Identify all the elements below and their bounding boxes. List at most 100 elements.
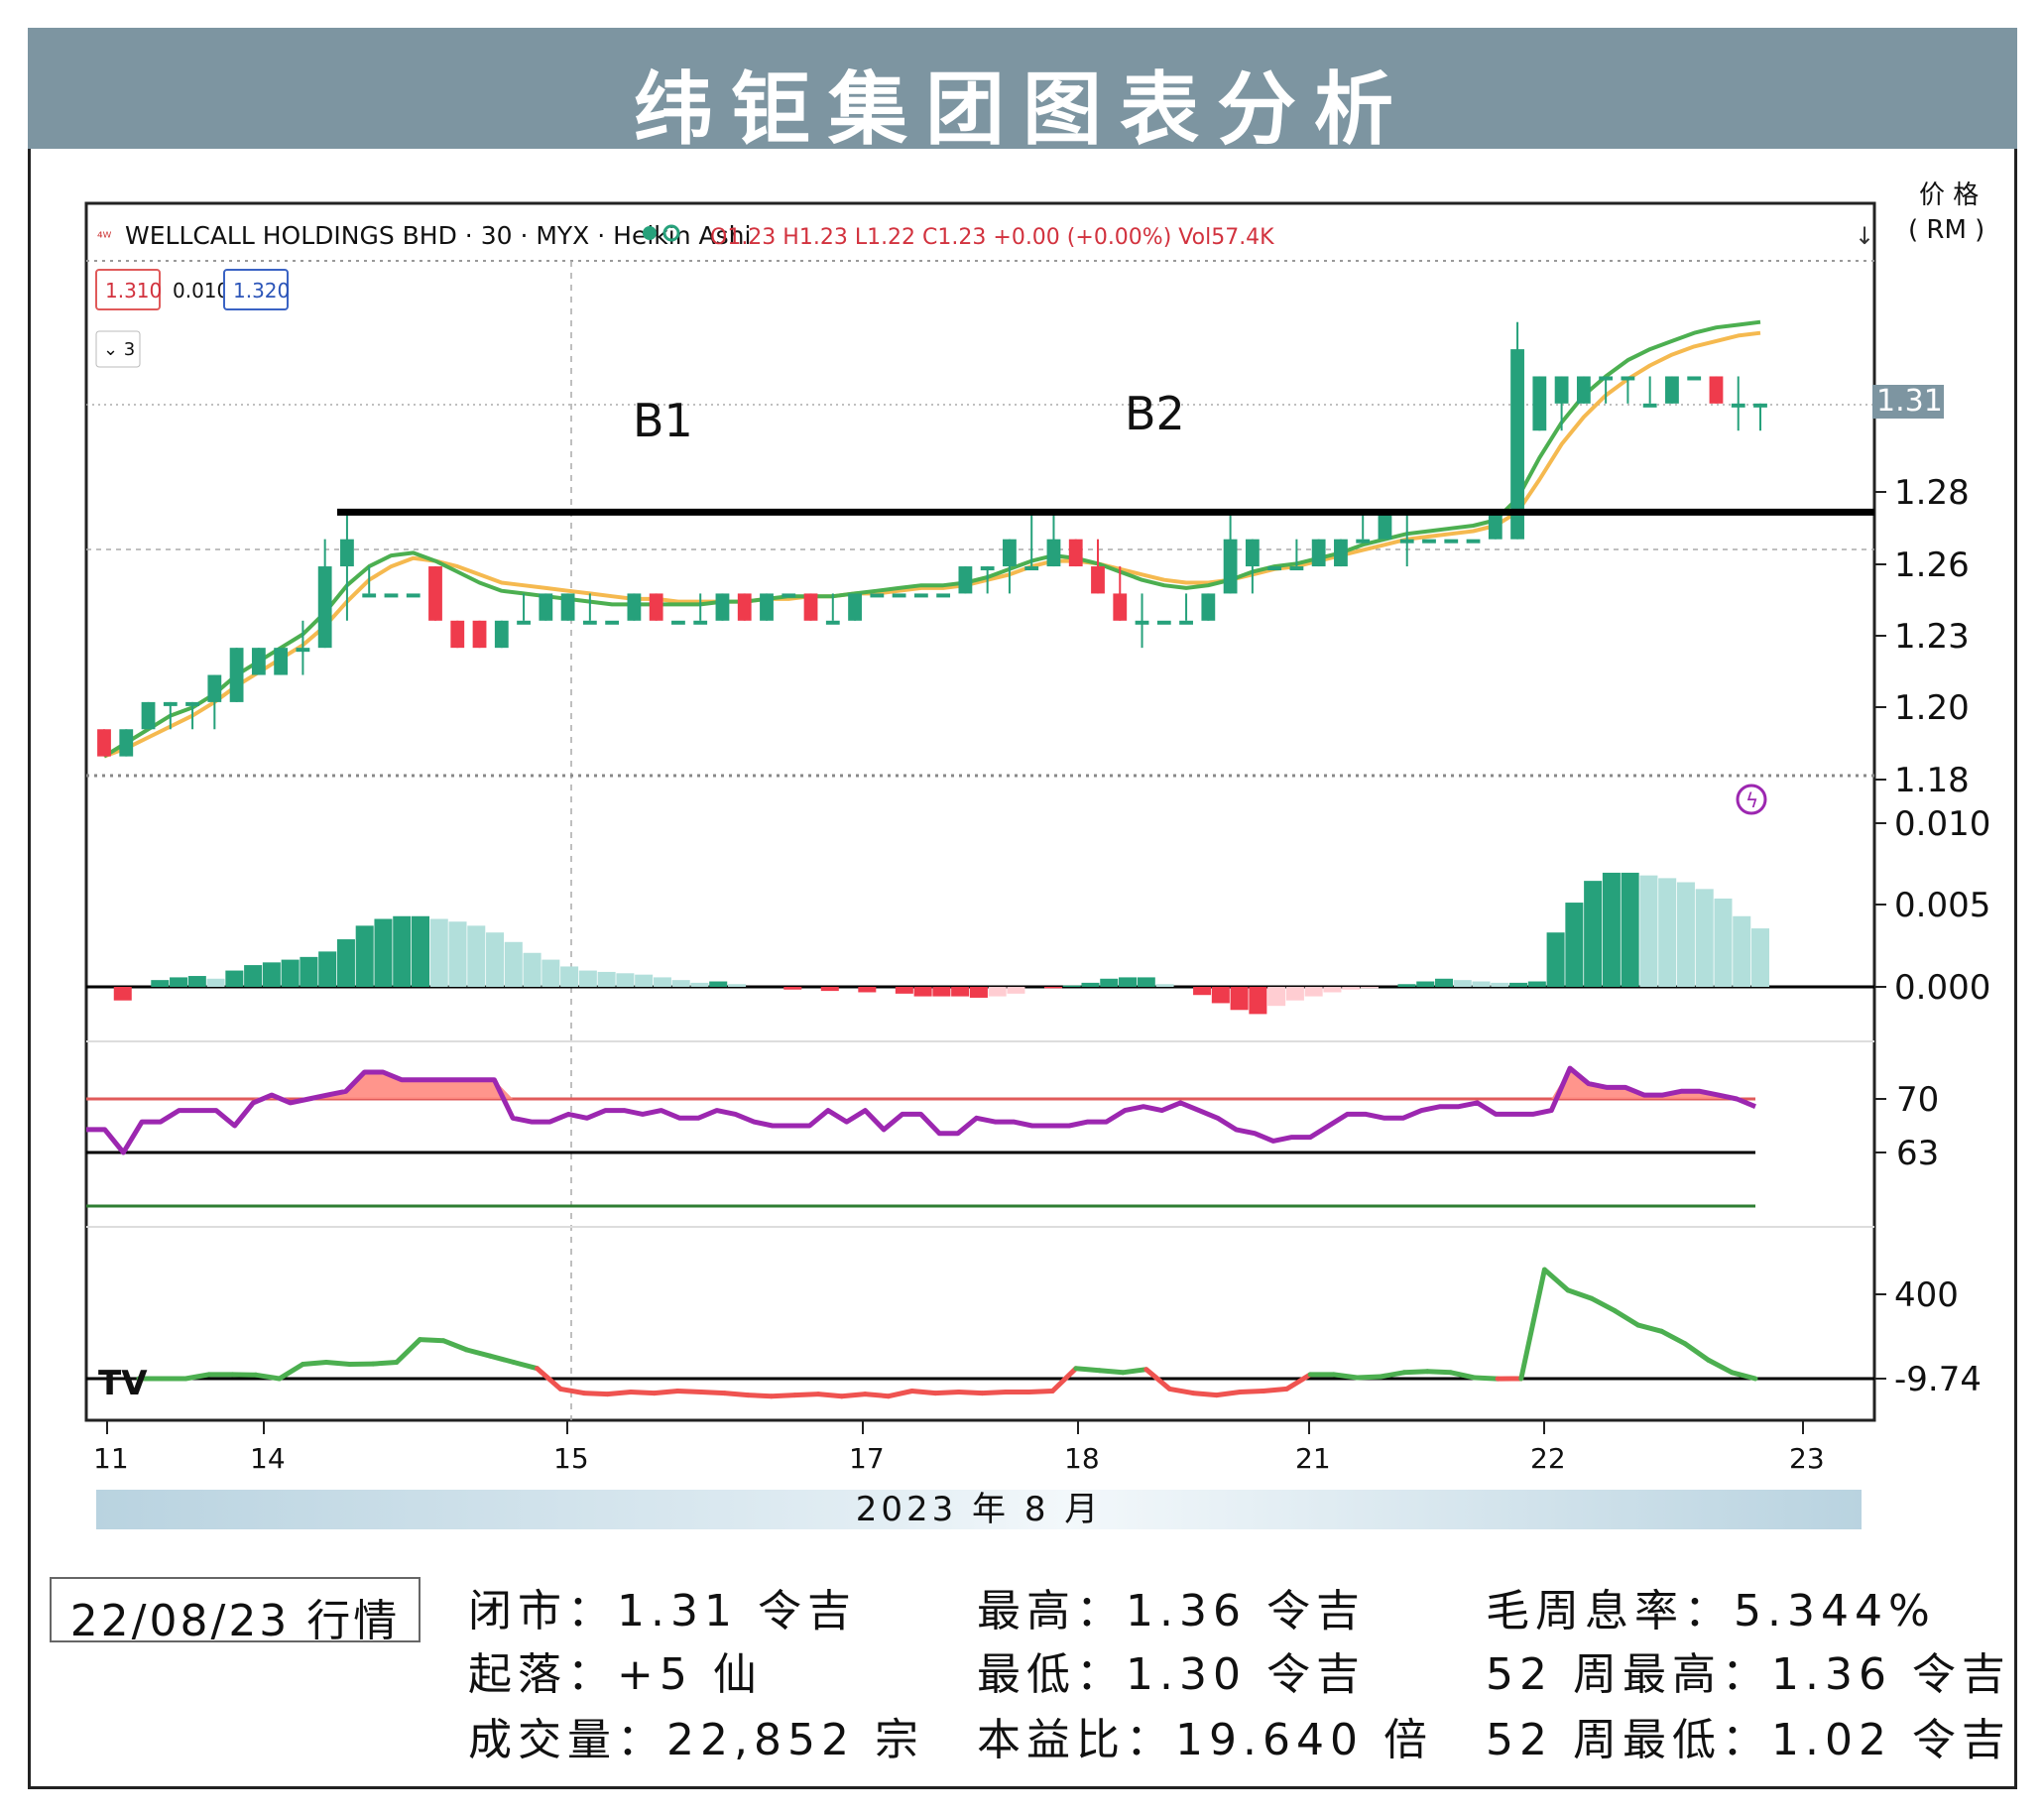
osc-segment [300,1360,329,1367]
macd-bar [1527,981,1546,987]
candle-body [980,566,995,571]
x-axis-caption-banner: 2023 年 8 月 [96,1490,1862,1529]
candle-body [539,593,553,621]
macd-bar [858,987,877,993]
osc-segment [418,1337,446,1344]
stat-52w-low: 52 周最低：1.02 令吉 [1486,1715,2011,1765]
macd-bar [1007,987,1025,994]
candle-body [737,593,752,621]
osc-tick-label: 400 [1894,1275,1959,1315]
macd-bar [1249,987,1267,1015]
macd-bar [393,915,412,987]
macd-bar [1043,987,1062,989]
macd-bar [1119,977,1138,987]
stat-52w-high: 52 周最高：1.36 令吉 [1486,1649,2011,1700]
macd-bar [1565,903,1584,987]
stat-yield: 毛周息率：5.344% [1486,1586,1936,1636]
osc-segment [323,1360,353,1367]
candle-body [207,674,222,702]
candle-body [627,593,642,621]
candle-body [671,620,685,625]
macd-bar [1676,882,1695,987]
macd-bar [1304,987,1323,997]
osc-segment [1120,1367,1149,1376]
osc-segment [1354,1374,1383,1381]
candle-body [1554,376,1569,404]
macd-bar [1453,980,1472,987]
macd-bar [467,925,486,987]
macd-bar [1584,881,1603,987]
macd-bar [262,962,281,987]
date-label-box: 22/08/23 行情 [50,1577,421,1646]
macd-bar [1733,915,1751,987]
osc-segment [652,1389,680,1396]
macd-bar [1137,977,1155,987]
candle-body [384,593,399,598]
osc-segment [370,1360,400,1367]
candle-body [1003,539,1017,567]
macd-tick-label: 0.010 [1894,804,1990,844]
macd-bar [187,976,206,987]
macd-bar [486,932,505,987]
candle-body [1024,566,1039,571]
macd-bar [355,925,374,987]
osc-segment [862,1392,892,1399]
macd-bar [1750,928,1770,987]
macd-bar [1621,872,1639,987]
chart-symbol-label: WELLCALL HOLDINGS BHD · 30 · MYX · Heiki… [125,221,751,250]
macd-bar [1602,872,1621,987]
macd-bar [225,970,244,987]
candle-body [715,593,730,621]
osc-segment [722,1391,751,1398]
candle-body [1179,620,1193,625]
macd-bar [895,987,913,994]
candle-body [1046,539,1061,567]
candle-body [185,701,199,706]
macd-bar [336,939,355,987]
unit-label-line2: ( RM ) [1908,215,1984,245]
macd-bar [1397,984,1416,987]
macd-bar [1695,889,1714,987]
macd-bar [578,970,597,987]
macd-bar [597,971,616,987]
candle-body [362,593,377,598]
macd-bar [504,941,523,987]
macd-bar [1435,978,1454,987]
stat-volume: 成交量：22,852 宗 [468,1715,924,1765]
macd-bar [1342,987,1361,990]
candle-body [892,593,906,598]
candle-body [229,648,244,702]
candle-body [825,620,840,625]
candle-body [1642,403,1657,408]
macd-bar [1472,981,1491,987]
candle-body [1378,512,1392,540]
candle-body [406,593,421,598]
candle-body [958,566,973,594]
candle-body [1576,376,1591,404]
candle-body [1422,539,1436,544]
osc-segment [1073,1366,1103,1374]
stat-low: 最低：1.30 令吉 [977,1649,1366,1700]
candle-body [803,593,818,621]
candle-body [1399,539,1414,544]
macd-bar [1546,932,1565,987]
x-tick-label: 11 [93,1442,129,1475]
osc-segment [1214,1390,1243,1398]
rsi-tick-label: 63 [1896,1134,1939,1173]
candle-body [1356,539,1371,544]
x-axis-caption: 2023 年 8 月 [855,1490,1103,1529]
macd-bar [411,915,429,987]
stat-high: 最高：1.36 令吉 [977,1586,1366,1636]
candle-body [582,620,597,625]
tradingview-logo: TV [98,1364,148,1403]
candle-body [936,593,951,598]
macd-bar [1062,985,1081,987]
candle-body [97,729,111,757]
alert-glyph: ϟ [1745,788,1758,812]
osc-segment [674,1389,704,1394]
x-tick-label: 17 [849,1442,885,1475]
candle-body [1156,620,1171,625]
candle-body [848,593,862,621]
x-tick-label: 15 [553,1442,589,1475]
macd-bar [913,987,932,997]
